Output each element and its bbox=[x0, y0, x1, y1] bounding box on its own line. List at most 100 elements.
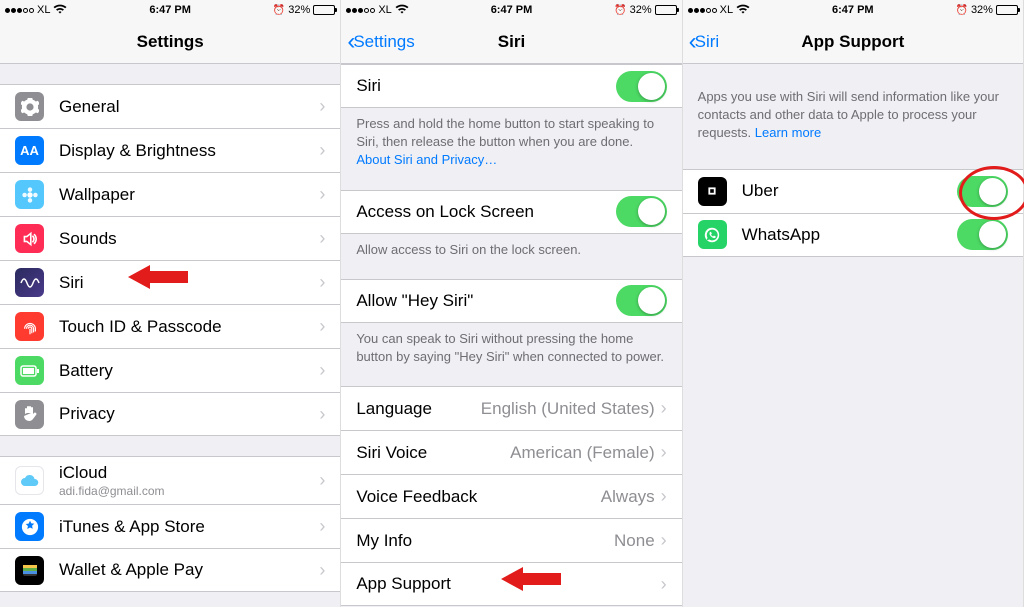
section-footer: Press and hold the home button to start … bbox=[341, 108, 681, 178]
row-app-support[interactable]: App Support › bbox=[341, 562, 681, 606]
alarm-icon: ⏰ bbox=[955, 5, 967, 16]
toggle-switch[interactable] bbox=[957, 176, 1008, 207]
row-label: Siri Voice bbox=[356, 443, 510, 463]
toggle-switch[interactable] bbox=[616, 71, 667, 102]
toggle-switch[interactable] bbox=[957, 219, 1008, 250]
chevron-icon: › bbox=[661, 530, 667, 551]
chevron-icon: › bbox=[319, 404, 325, 425]
row-label: Access on Lock Screen bbox=[356, 202, 615, 222]
row-voice-feedback[interactable]: Voice Feedback Always › bbox=[341, 474, 681, 518]
row-privacy[interactable]: Privacy › bbox=[0, 392, 340, 436]
row-label: Allow "Hey Siri" bbox=[356, 291, 615, 311]
row-itunes-appstore[interactable]: iTunes & App Store › bbox=[0, 504, 340, 548]
row-label: Wallpaper bbox=[59, 185, 319, 205]
section-footer: Allow access to Siri on the lock screen. bbox=[341, 234, 681, 267]
learn-more-link[interactable]: Learn more bbox=[755, 125, 821, 140]
toggle-switch[interactable] bbox=[616, 196, 667, 227]
row-wallpaper[interactable]: Wallpaper › bbox=[0, 172, 340, 216]
battery-icon bbox=[313, 5, 335, 15]
row-siri-voice[interactable]: Siri Voice American (Female) › bbox=[341, 430, 681, 474]
carrier-label: XL bbox=[378, 4, 391, 16]
row-touch-id[interactable]: Touch ID & Passcode › bbox=[0, 304, 340, 348]
row-siri-toggle[interactable]: Siri bbox=[341, 64, 681, 108]
row-battery[interactable]: Battery › bbox=[0, 348, 340, 392]
section-header-text: Apps you use with Siri will send informa… bbox=[683, 64, 1023, 151]
row-label: Siri bbox=[356, 76, 615, 96]
page-title: Settings bbox=[137, 32, 204, 52]
page-title: App Support bbox=[801, 32, 904, 52]
status-bar: XL 6:47 PM ⏰ 32% bbox=[341, 0, 681, 20]
back-button[interactable]: ‹ Siri bbox=[689, 30, 720, 54]
siri-icon bbox=[15, 268, 44, 297]
nav-bar: ‹ Settings Siri bbox=[341, 20, 681, 64]
row-value: English (United States) bbox=[481, 399, 655, 419]
cloud-icon bbox=[15, 466, 44, 495]
chevron-icon: › bbox=[661, 486, 667, 507]
row-sounds[interactable]: Sounds › bbox=[0, 216, 340, 260]
chevron-icon: › bbox=[319, 470, 325, 491]
nav-bar: Settings bbox=[0, 20, 340, 64]
page-title: Siri bbox=[498, 32, 525, 52]
carrier-label: XL bbox=[37, 4, 50, 16]
hand-icon bbox=[15, 400, 44, 429]
row-display-brightness[interactable]: AA Display & Brightness › bbox=[0, 128, 340, 172]
chevron-icon: › bbox=[661, 442, 667, 463]
chevron-icon: › bbox=[661, 574, 667, 595]
settings-screen: XL 6:47 PM ⏰ 32% Settings General › AA bbox=[0, 0, 341, 607]
back-label: Siri bbox=[695, 32, 720, 52]
app-support-screen: XL 6:47 PM ⏰ 32% ‹ Siri App Support Apps… bbox=[683, 0, 1024, 607]
alarm-icon: ⏰ bbox=[614, 5, 626, 16]
gear-icon bbox=[15, 92, 44, 121]
row-label: Wallet & Apple Pay bbox=[59, 560, 319, 580]
row-label: Voice Feedback bbox=[356, 487, 600, 507]
row-value: Always bbox=[601, 487, 655, 507]
status-bar: XL 6:47 PM ⏰ 32% bbox=[0, 0, 340, 20]
status-time: 6:47 PM bbox=[149, 4, 191, 16]
row-value: American (Female) bbox=[510, 443, 655, 463]
row-label: Battery bbox=[59, 361, 319, 381]
row-app-uber[interactable]: Uber bbox=[683, 169, 1023, 213]
battery-pct: 32% bbox=[971, 4, 993, 16]
row-label: Language bbox=[356, 399, 480, 419]
toggle-switch[interactable] bbox=[616, 285, 667, 316]
row-wallet[interactable]: Wallet & Apple Pay › bbox=[0, 548, 340, 592]
chevron-icon: › bbox=[319, 272, 325, 293]
signal-icon bbox=[5, 8, 34, 13]
row-label: Display & Brightness bbox=[59, 141, 319, 161]
chevron-icon: › bbox=[319, 184, 325, 205]
row-language[interactable]: Language English (United States) › bbox=[341, 386, 681, 430]
back-label: Settings bbox=[353, 32, 414, 52]
row-label: iTunes & App Store bbox=[59, 517, 319, 537]
about-siri-privacy-link[interactable]: About Siri and Privacy… bbox=[356, 152, 497, 167]
uber-icon bbox=[698, 177, 727, 206]
siri-settings-screen: XL 6:47 PM ⏰ 32% ‹ Settings Siri Siri Pr… bbox=[341, 0, 682, 607]
row-value: None bbox=[614, 531, 655, 551]
row-app-whatsapp[interactable]: WhatsApp bbox=[683, 213, 1023, 257]
status-bar: XL 6:47 PM ⏰ 32% bbox=[683, 0, 1023, 20]
battery-icon bbox=[655, 5, 677, 15]
row-subtitle: adi.fida@gmail.com bbox=[59, 484, 319, 498]
signal-icon bbox=[688, 8, 717, 13]
whatsapp-icon bbox=[698, 220, 727, 249]
wifi-icon bbox=[53, 4, 67, 17]
status-time: 6:47 PM bbox=[832, 4, 874, 16]
nav-bar: ‹ Siri App Support bbox=[683, 20, 1023, 64]
row-label: Touch ID & Passcode bbox=[59, 317, 319, 337]
row-siri[interactable]: Siri › bbox=[0, 260, 340, 304]
row-general[interactable]: General › bbox=[0, 84, 340, 128]
row-my-info[interactable]: My Info None › bbox=[341, 518, 681, 562]
wifi-icon bbox=[736, 4, 750, 17]
chevron-icon: › bbox=[319, 516, 325, 537]
row-hey-siri-toggle[interactable]: Allow "Hey Siri" bbox=[341, 279, 681, 323]
status-time: 6:47 PM bbox=[491, 4, 533, 16]
chevron-icon: › bbox=[319, 228, 325, 249]
row-label: Privacy bbox=[59, 404, 319, 424]
wallet-icon bbox=[15, 556, 44, 585]
row-icloud[interactable]: iCloud adi.fida@gmail.com › bbox=[0, 456, 340, 504]
row-lock-screen-toggle[interactable]: Access on Lock Screen bbox=[341, 190, 681, 234]
back-button[interactable]: ‹ Settings bbox=[347, 30, 414, 54]
wifi-icon bbox=[395, 4, 409, 17]
chevron-icon: › bbox=[319, 360, 325, 381]
row-label: Siri bbox=[59, 273, 319, 293]
flower-icon bbox=[15, 180, 44, 209]
